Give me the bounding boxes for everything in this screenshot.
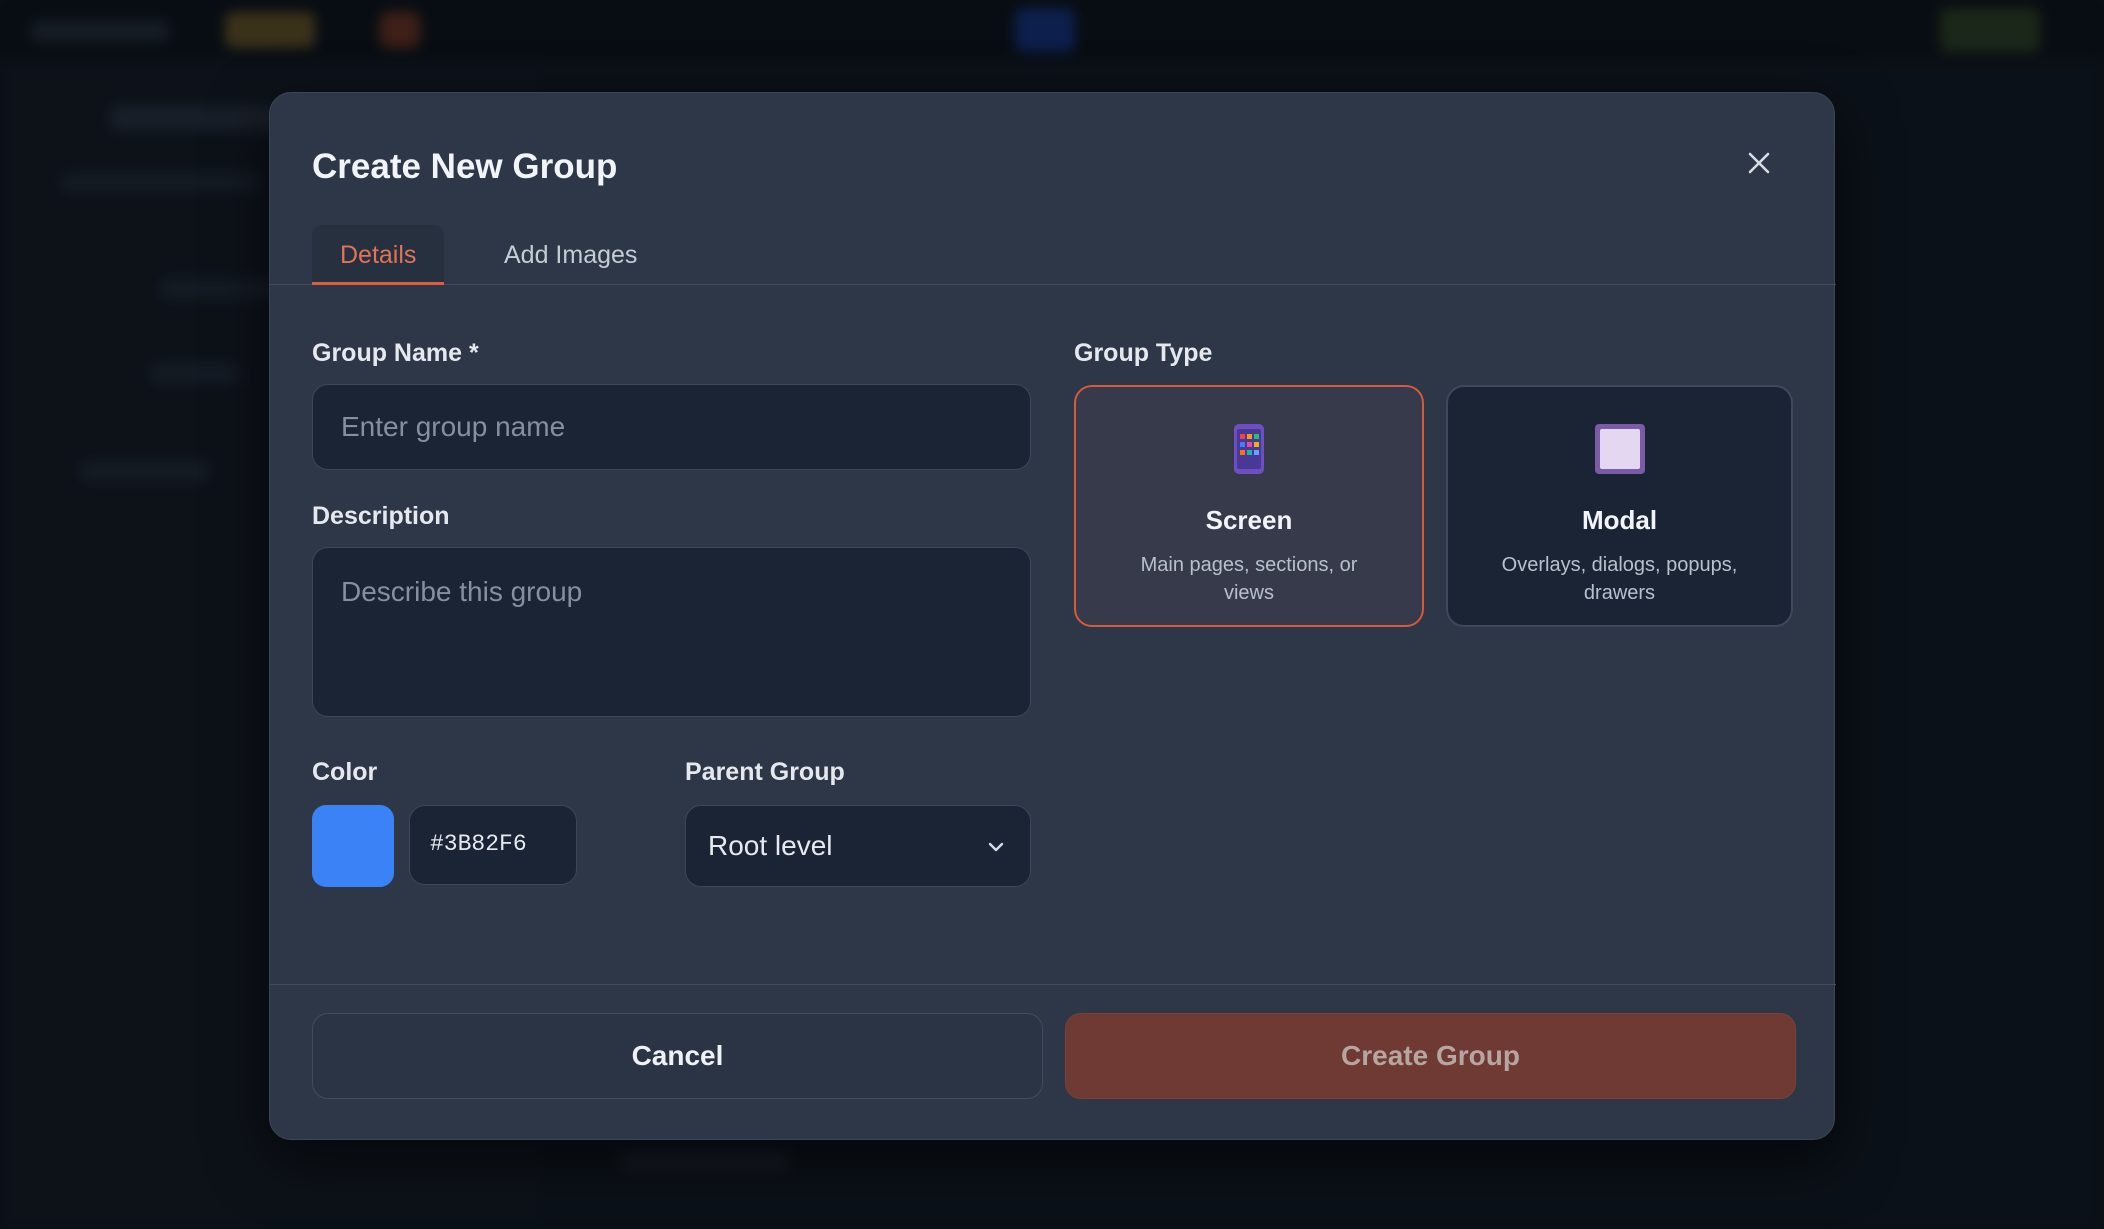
group-type-screen-name: Screen: [1205, 505, 1293, 535]
description-label: Description: [312, 502, 450, 530]
tab-details[interactable]: Details: [312, 225, 445, 285]
group-type-label: Group Type: [1074, 339, 1213, 367]
group-type-modal-card[interactable]: Modal Overlays, dialogs, popups, drawers: [1446, 385, 1793, 627]
color-label: Color: [312, 758, 378, 786]
group-type-modal-name: Modal: [1581, 505, 1658, 535]
group-type-modal-description: Overlays, dialogs, popups, drawers: [1501, 554, 1738, 604]
color-swatch[interactable]: [312, 805, 394, 887]
description-textarea[interactable]: [312, 547, 1031, 717]
create-group-modal: Create New Group Details Add Images Grou…: [269, 92, 1836, 1140]
group-type-screen-description: Main pages, sections, or views: [1140, 554, 1358, 604]
close-icon: [1748, 152, 1770, 174]
modal-title: Create New Group: [312, 147, 618, 186]
group-type-screen-card[interactable]: Screen Main pages, sections, or views: [1074, 385, 1424, 627]
parent-group-label: Parent Group: [685, 758, 845, 786]
close-button[interactable]: [1739, 143, 1779, 183]
create-group-button[interactable]: Create Group: [1065, 1013, 1796, 1099]
group-name-input[interactable]: [312, 384, 1031, 470]
group-name-label: Group Name *: [312, 339, 479, 367]
phone-grid-icon: [1234, 424, 1264, 474]
parent-group-select[interactable]: Root level: [685, 805, 1031, 887]
cancel-button[interactable]: Cancel: [312, 1013, 1043, 1099]
tab-add-images[interactable]: Add Images: [476, 225, 665, 285]
color-hex-input[interactable]: #3B82F6: [409, 805, 577, 885]
parent-group-value: Root level: [708, 830, 833, 861]
square-window-icon: [1594, 424, 1645, 474]
tab-bar: Details Add Images: [270, 225, 1836, 285]
chevron-down-icon: [988, 842, 1004, 852]
modal-footer-divider: [270, 984, 1836, 985]
